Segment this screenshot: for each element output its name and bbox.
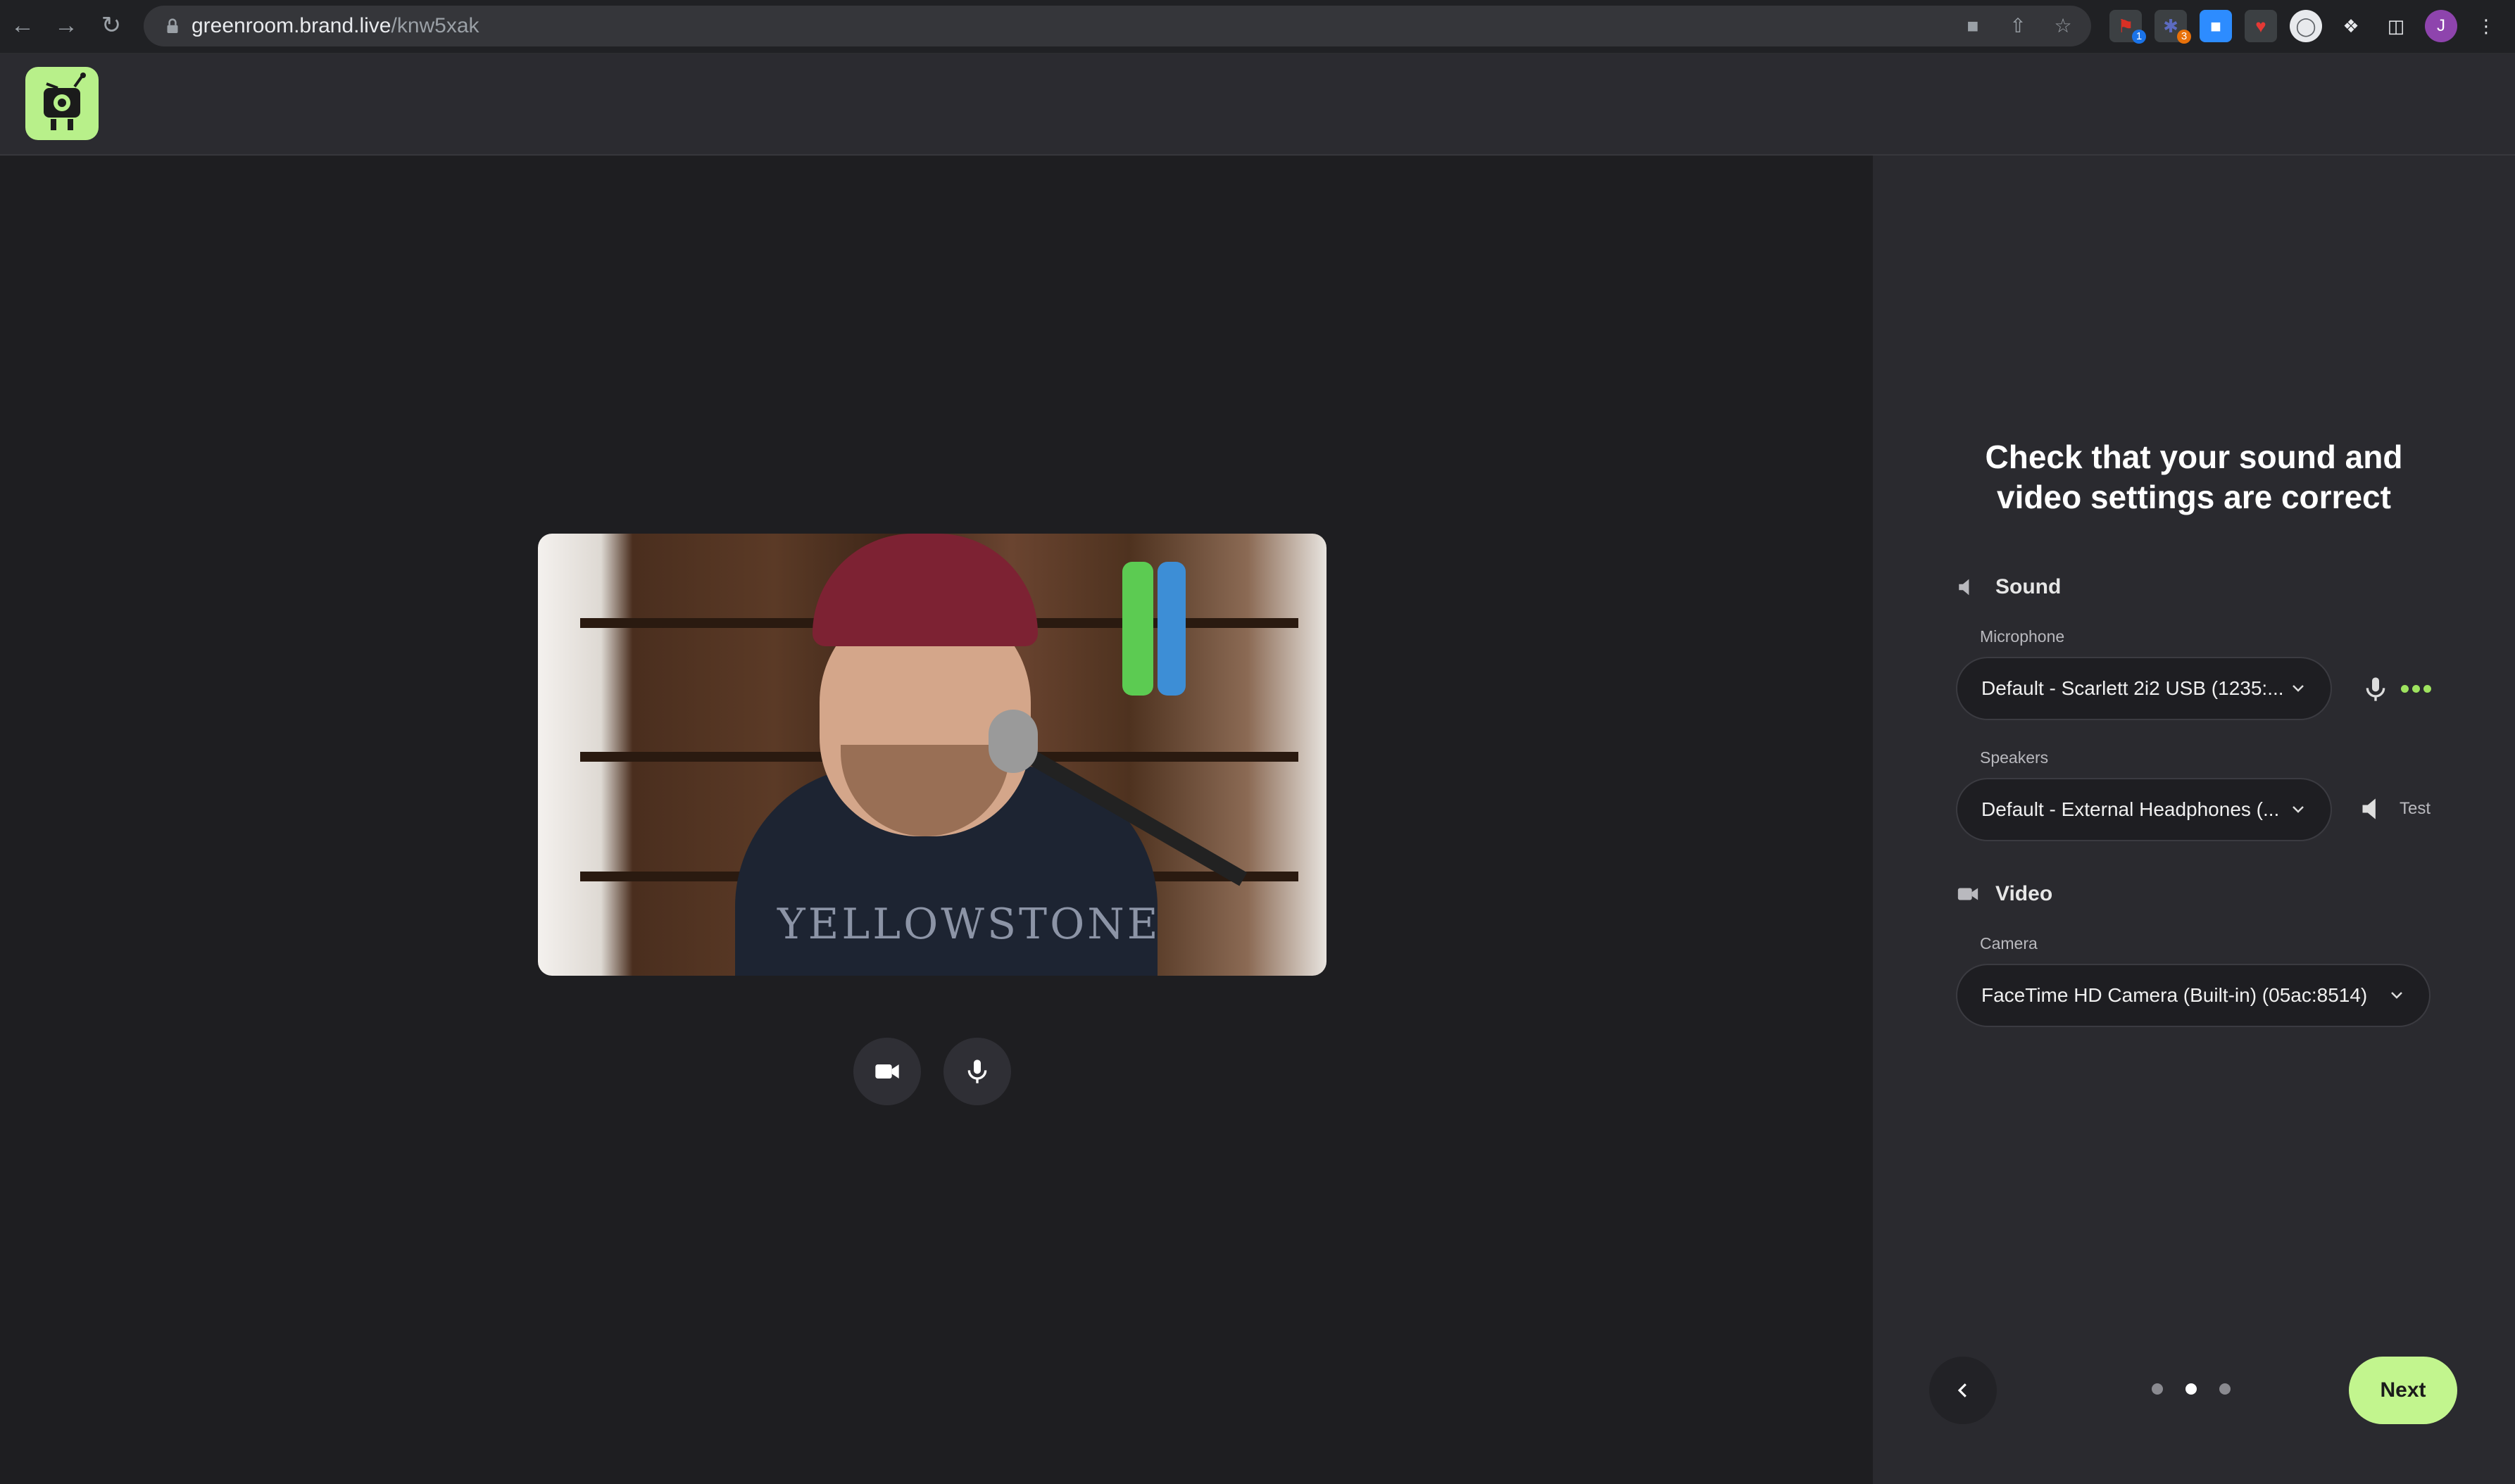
url-path: /knw5xak [391, 14, 479, 37]
chevron-down-icon [2391, 992, 2402, 999]
forward-arrow-icon[interactable]: → [51, 10, 82, 41]
back-arrow-icon[interactable]: ← [7, 10, 38, 41]
speakers-label: Speakers [1980, 748, 2049, 767]
panel-title-line-2: video settings are correct [1997, 479, 2391, 515]
microphone-select[interactable]: Default - Scarlett 2i2 USB (1235:... [1956, 657, 2332, 720]
chevron-left-icon [1957, 1383, 1967, 1397]
shirt-print: YELLOWSTONE [777, 900, 1161, 949]
extension-5-icon[interactable]: ◯ [2290, 10, 2322, 42]
video-camera-icon [875, 1064, 899, 1079]
microphone-level-icon [2366, 677, 2385, 701]
chevron-down-icon [2293, 806, 2304, 813]
speakers-select[interactable]: Default - External Headphones (... [1956, 778, 2332, 841]
chevron-down-icon [2293, 685, 2304, 692]
next-button[interactable]: Next [2349, 1357, 2457, 1424]
step-dot-2 [2185, 1383, 2197, 1395]
share-icon[interactable]: ⇧ [2005, 13, 2031, 39]
microphone-icon [967, 1059, 987, 1083]
extension-4-icon[interactable]: ♥ [2245, 10, 2277, 42]
extensions-puzzle-icon[interactable]: ❖ [2335, 10, 2367, 42]
settings-panel: Check that your sound and video settings… [1873, 156, 2515, 1484]
test-speakers-button[interactable]: Test [2359, 793, 2431, 824]
toggle-camera-button[interactable] [853, 1038, 921, 1105]
camera-preview: YELLOWSTONE [538, 534, 1327, 976]
video-camera-icon [1957, 888, 1978, 900]
extensions-bar: ⚑ 1 ✱ 3 ■ ♥ ◯ ❖ ◫ J ⋮ [2109, 10, 2502, 44]
side-panel-icon[interactable]: ◫ [2380, 10, 2412, 42]
step-dot-3 [2219, 1383, 2231, 1395]
step-indicator [2152, 1383, 2231, 1395]
sound-heading-text: Sound [1995, 575, 2062, 598]
camera-select[interactable]: FaceTime HD Camera (Built-in) (05ac:8514… [1956, 964, 2431, 1027]
camera-in-use-icon[interactable]: ■ [1960, 13, 1986, 39]
microphone-level-indicator [2401, 685, 2431, 693]
lock-icon [167, 18, 178, 33]
toggle-microphone-button[interactable] [943, 1038, 1011, 1105]
browser-toolbar: ← → ↻ greenroom.brand.live/knw5xak ■ ⇧ ☆… [0, 0, 2515, 54]
microphone-select-value: Default - Scarlett 2i2 USB (1235:... [1981, 677, 2284, 699]
extension-1-icon[interactable]: ⚑ 1 [2109, 10, 2146, 44]
extension-2-icon[interactable]: ✱ 3 [2155, 10, 2191, 44]
panel-title-line-1: Check that your sound and [1985, 439, 2403, 475]
zoom-extension-icon[interactable]: ■ [2200, 10, 2232, 42]
address-bar[interactable]: greenroom.brand.live/knw5xak ■ ⇧ ☆ [144, 6, 2091, 46]
greenroom-logo[interactable] [25, 67, 99, 140]
step-dot-1 [2152, 1383, 2163, 1395]
sound-section-heading: Sound [1956, 575, 2061, 599]
camera-select-value: FaceTime HD Camera (Built-in) (05ac:8514… [1981, 984, 2368, 1006]
browser-menu-icon[interactable]: ⋮ [2470, 10, 2502, 42]
url-host: greenroom.brand.live [192, 14, 391, 37]
speakers-select-value: Default - External Headphones (... [1981, 798, 2280, 820]
profile-avatar[interactable]: J [2425, 10, 2457, 42]
camera-label: Camera [1980, 934, 2038, 952]
microphone-label: Microphone [1980, 627, 2065, 646]
preview-stage: YELLOWSTONE [0, 156, 1873, 1484]
reload-icon[interactable]: ↻ [96, 10, 127, 41]
video-section-heading: Video [1956, 882, 2052, 906]
test-label: Test [2400, 799, 2431, 818]
speaker-test-icon [2362, 798, 2376, 819]
url-text: greenroom.brand.live/knw5xak [192, 13, 479, 39]
video-heading-text: Video [1995, 882, 2053, 905]
speaker-icon [1959, 579, 1969, 596]
bookmark-star-icon[interactable]: ☆ [2050, 13, 2076, 39]
app-header [0, 54, 2515, 156]
panel-title: Check that your sound and video settings… [1873, 437, 2515, 517]
previous-step-button[interactable] [1929, 1357, 1997, 1424]
robot-logo-icon [44, 73, 86, 130]
